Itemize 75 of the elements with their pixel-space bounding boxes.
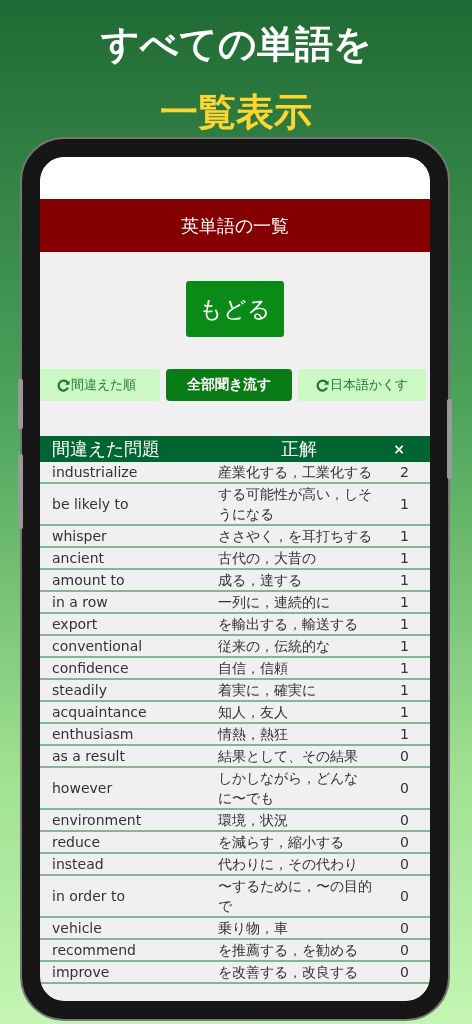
table-cell-text: 0 — [399, 887, 410, 906]
column-header: 正解 — [280, 437, 318, 461]
table-cell-text: steadily — [51, 681, 108, 700]
table-cell-text: を推薦する，を勧める — [218, 941, 359, 960]
table-cell-text: 成る，達する — [218, 571, 303, 590]
action-button[interactable]: 日本語かくす — [298, 369, 426, 401]
table-cell-text: 1 — [399, 703, 410, 722]
table-cell-text: 1 — [399, 593, 410, 612]
table-cell-text: 着実に，確実に — [218, 681, 317, 700]
table-cell-text: however — [51, 779, 114, 798]
table-cell-text: improve — [51, 963, 111, 982]
table-cell-text: be likely to — [51, 495, 130, 514]
table-cell-text: 結果として、その結果 — [218, 747, 359, 766]
table-cell-text: 産業化する，工業化する — [218, 463, 373, 482]
table-cell-text: 環境，状況 — [218, 811, 289, 830]
table-cell-text: 従来の，伝統的な — [218, 637, 331, 656]
app-title: 英単語の一覧 — [181, 213, 289, 238]
action-button[interactable]: 間違えた順 — [40, 369, 160, 401]
column-header: 間違えた問題 — [51, 437, 161, 461]
table-cell-text: amount to — [51, 571, 126, 590]
table-cell-text: reduce — [51, 833, 102, 852]
table-cell-text: 0 — [399, 963, 410, 982]
table-cell-text: 乗り物，車 — [218, 919, 289, 938]
refresh-icon — [316, 378, 329, 392]
table-cell-text: する可能性が高い，しそうになる — [218, 485, 373, 524]
table-cell-text: を改善する，改良する — [218, 963, 359, 982]
table-cell-text: 〜するために，〜の目的で — [218, 877, 373, 916]
table-cell-text: 知人，友人 — [218, 703, 289, 722]
table-cell-text: 1 — [399, 615, 410, 634]
table-cell-text: 一列に，連続的に — [218, 593, 331, 612]
table-cell-text: 0 — [399, 811, 410, 830]
table-cell-text: acquaintance — [51, 703, 148, 722]
headline-text: 一覧表示 — [160, 89, 312, 136]
table-cell-text: 0 — [399, 779, 410, 798]
table-cell-text: recommend — [51, 941, 137, 960]
table-cell-text: 0 — [399, 855, 410, 874]
table-cell-text: 1 — [399, 659, 410, 678]
table-cell-text: 0 — [399, 941, 410, 960]
table-cell-text: ささやく，を耳打ちする — [218, 527, 373, 546]
back-button[interactable]: もどる — [186, 281, 284, 337]
table-cell-text: ancient — [51, 549, 105, 568]
table-cell-text: vehicle — [51, 919, 103, 938]
table-cell-text: 1 — [399, 495, 410, 514]
table-cell-text: export — [51, 615, 99, 634]
column-header: × — [392, 440, 406, 459]
table-cell-text: 2 — [399, 463, 410, 482]
table-cell-text: 1 — [399, 681, 410, 700]
table-cell-text: environment — [51, 811, 143, 830]
table-cell-text: conventional — [51, 637, 144, 656]
table-cell-text: instead — [51, 855, 105, 874]
table-cell-text: 情熱，熱狂 — [218, 725, 289, 744]
table-cell-text: confidence — [51, 659, 130, 678]
table-cell-text: 1 — [399, 527, 410, 546]
table-cell-text: in a row — [51, 593, 109, 612]
table-cell-text: as a result — [51, 747, 126, 766]
table-cell-text: enthusiasm — [51, 725, 135, 744]
action-button[interactable]: 全部聞き流す — [166, 369, 292, 401]
table-cell-text: 古代の，大昔の — [218, 549, 317, 568]
table-cell-text: 0 — [399, 919, 410, 938]
table-cell-text: 1 — [399, 571, 410, 590]
table-cell-text: 1 — [399, 549, 410, 568]
table-cell-text: 1 — [399, 725, 410, 744]
table-cell-text: を輸出する，輸送する — [218, 615, 359, 634]
table-cell-text: 自信，信頼 — [218, 659, 289, 678]
headline-text: すべての単語を — [100, 21, 372, 68]
table-cell-text: 代わりに，その代わり — [218, 855, 359, 874]
table-cell-text: を減らす，縮小する — [218, 833, 345, 852]
table-cell-text: whisper — [51, 527, 108, 546]
table-cell-text: in order to — [51, 887, 127, 906]
table-cell-text: 0 — [399, 833, 410, 852]
table-cell-text: 1 — [399, 637, 410, 656]
table-cell-text: industrialize — [51, 463, 139, 482]
table-cell-text: しかしながら，どんなに〜でも — [218, 769, 359, 808]
refresh-icon — [56, 378, 70, 392]
table-cell-text: 0 — [399, 747, 410, 766]
